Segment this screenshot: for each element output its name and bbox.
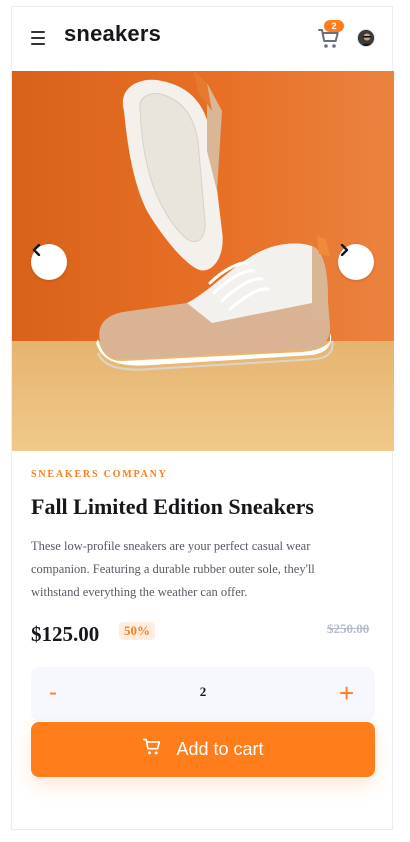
discount-badge: 50%	[119, 622, 155, 640]
avatar[interactable]	[357, 29, 375, 47]
product-page: sneakers 2 SNEAKERS COMPANY Fall Limited…	[11, 6, 394, 830]
product-description: These low-profile sneakers are your perf…	[31, 539, 315, 599]
logo[interactable]: sneakers	[64, 21, 161, 47]
header: sneakers 2	[12, 7, 394, 71]
cart-count-badge: 2	[324, 20, 344, 32]
add-to-cart-label: Add to cart	[176, 739, 264, 759]
company-label: SNEAKERS COMPANY	[31, 469, 168, 480]
quantity-stepper: - 2 +	[31, 667, 375, 721]
add-to-cart-button[interactable]: Add to cart	[31, 722, 375, 777]
cart-icon	[142, 737, 162, 762]
product-title: Fall Limited Edition Sneakers	[31, 494, 314, 519]
increase-quantity-button[interactable]: +	[339, 679, 354, 707]
quantity-value: 2	[199, 684, 207, 699]
sneaker-illustration	[96, 71, 334, 371]
product-image	[12, 71, 394, 451]
chevron-left-icon[interactable]	[31, 244, 67, 280]
original-price: $250.00	[327, 621, 370, 636]
menu-icon[interactable]	[31, 31, 45, 45]
chevron-right-icon[interactable]	[338, 244, 374, 280]
current-price: $125.00	[31, 622, 100, 646]
